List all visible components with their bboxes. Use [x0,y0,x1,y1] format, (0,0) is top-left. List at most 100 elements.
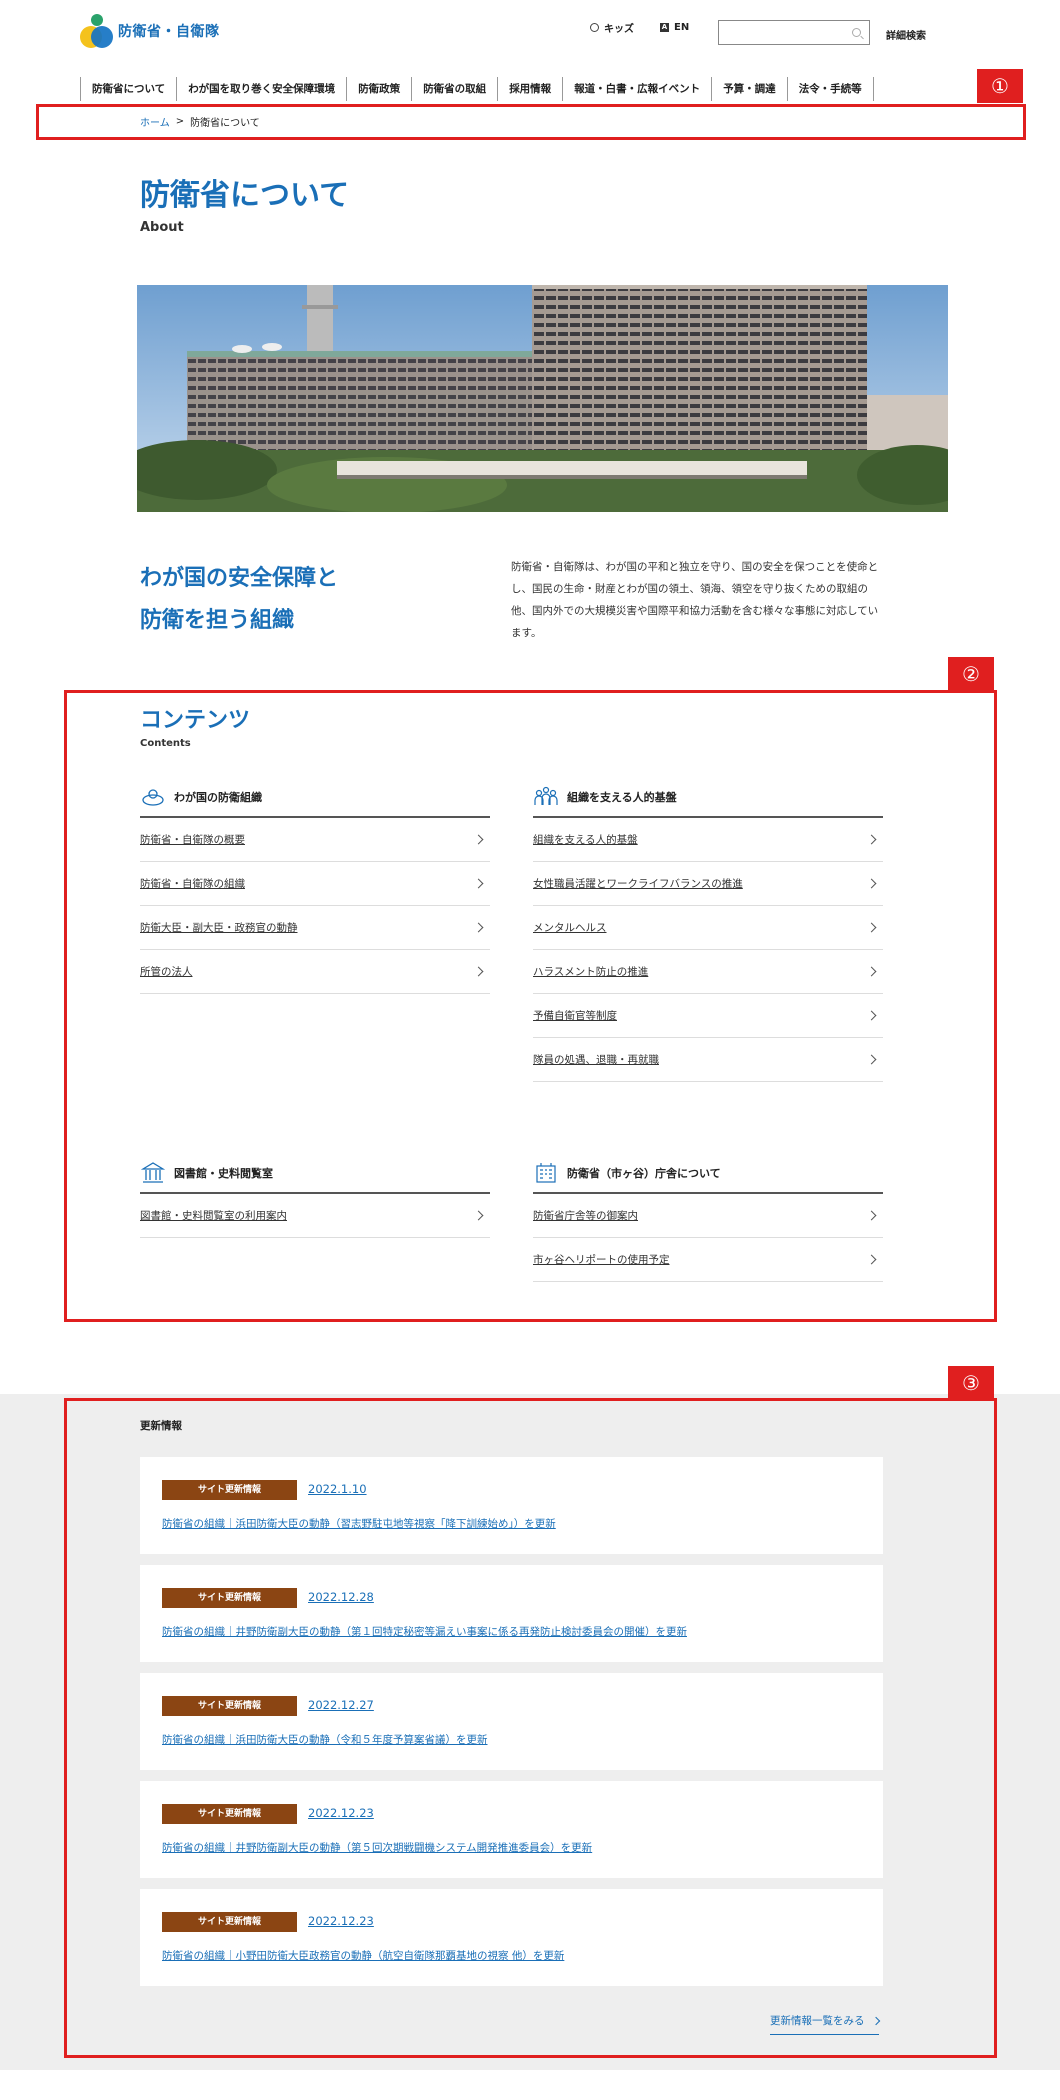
contents-link[interactable]: 防衛省・自衛隊の概要 [140,818,490,862]
updates-title: 更新情報 [140,1420,182,1432]
intro-body: 防衛省・自衛隊は、わが国の平和と独立を守り、国の安全を保つことを使命とし、国民の… [511,561,879,639]
contents-link[interactable]: 図書館・史料閲覧室の利用案内 [140,1194,490,1238]
contents-link[interactable]: 女性職員活躍とワークライフバランスの推進 [533,862,883,906]
contents-title: コンテンツ [140,708,251,733]
update-date-link[interactable]: 2022.12.23 [308,1806,374,1820]
advanced-search-link[interactable]: 詳細検索 [886,27,926,42]
page-subtitle: About [140,220,184,235]
header-utility: キッズ A EN [590,20,689,35]
contents-link-label: 防衛省庁舎等の御案内 [533,1210,638,1222]
intro-heading-line2: 防衛を担う組織 [140,608,295,633]
search-icon[interactable] [852,28,861,37]
nav-item-defense-policy[interactable]: 防衛政策 [346,77,411,101]
chevron-right-icon [866,1254,877,1265]
update-badge: サイト更新情報 [162,1480,297,1500]
contents-link-label: 所管の法人 [140,966,193,978]
contents-group-header: 図書館・史料閲覧室 [140,1154,490,1194]
chevron-right-icon [473,922,484,933]
global-nav: 防衛省について わが国を取り巻く安全保障環境 防衛政策 防衛省の取組 採用情報 … [80,77,874,101]
contents-link[interactable]: 予備自衛官等制度 [533,994,883,1038]
update-date-link[interactable]: 2022.12.27 [308,1698,374,1712]
contents-group-ichigaya: 防衛省（市ヶ谷）庁舎について 防衛省庁舎等の御案内 市ヶ谷ヘリポートの使用予定 [533,1154,883,1282]
update-text-link[interactable]: 防衛省の組織｜浜田防衛大臣の動静（習志野駐屯地等視察「降下訓練始め」）を更新 [162,1516,556,1531]
contents-link[interactable]: ハラスメント防止の推進 [533,950,883,994]
contents-link-label: 女性職員活躍とワークライフバランスの推進 [533,878,743,890]
contents-link-label: 組織を支える人的基盤 [533,834,638,846]
contents-group-title: 防衛省（市ヶ谷）庁舎について [567,1167,721,1180]
chevron-right-icon [473,966,484,977]
contents-subtitle: Contents [140,738,191,749]
breadcrumb: ホーム > 防衛省について [140,114,260,129]
update-text-link[interactable]: 防衛省の組織｜井野防衛副大臣の動静（第１回特定秘密等漏えい事案に係る再発防止検討… [162,1624,687,1639]
people-icon [533,784,559,810]
nav-item-security-environment[interactable]: わが国を取り巻く安全保障環境 [176,77,346,101]
update-card: サイト更新情報 2022.12.23 防衛省の組織｜小野田防衛大臣政務官の動静（… [140,1889,883,1986]
contents-group-title: 組織を支える人的基盤 [567,791,677,804]
contents-link[interactable]: 防衛省庁舎等の御案内 [533,1194,883,1238]
kids-link[interactable]: キッズ [590,20,634,35]
kids-icon [590,23,599,32]
contents-link-label: メンタルヘルス [533,922,607,934]
nav-item-recruitment[interactable]: 採用情報 [497,77,562,101]
english-label: EN [674,22,690,33]
nav-item-press[interactable]: 報道・白書・広報イベント [562,77,711,101]
contents-link[interactable]: 隊員の処遇、退職・再就職 [533,1038,883,1082]
update-date-link[interactable]: 2022.12.23 [308,1914,374,1928]
contents-link-label: 図書館・史料閲覧室の利用案内 [140,1210,287,1222]
nav-item-initiatives[interactable]: 防衛省の取組 [411,77,497,101]
nav-item-budget[interactable]: 予算・調達 [711,77,787,101]
update-card: サイト更新情報 2022.1.10 防衛省の組織｜浜田防衛大臣の動静（習志野駐屯… [140,1457,883,1554]
breadcrumb-separator-icon: > [175,116,185,127]
contents-group-title: わが国の防衛組織 [174,791,262,804]
contents-group-library: 図書館・史料閲覧室 図書館・史料閲覧室の利用案内 [140,1154,490,1238]
search-box [718,20,870,45]
contents-group-header: 組織を支える人的基盤 [533,778,883,818]
update-text-link[interactable]: 防衛省の組織｜浜田防衛大臣の動静（令和５年度予算案省議）を更新 [162,1732,488,1747]
update-badge: サイト更新情報 [162,1588,297,1608]
chevron-right-icon [473,1210,484,1221]
contents-link[interactable]: 防衛大臣・副大臣・政務官の動静 [140,906,490,950]
chevron-right-icon [866,1210,877,1221]
contents-link-label: ハラスメント防止の推進 [533,966,649,978]
update-card: サイト更新情報 2022.12.28 防衛省の組織｜井野防衛副大臣の動静（第１回… [140,1565,883,1662]
contents-group-human-resources: 組織を支える人的基盤 組織を支える人的基盤 女性職員活躍とワークライフバランスの… [533,778,883,1082]
update-badge: サイト更新情報 [162,1912,297,1932]
chevron-right-icon [473,878,484,889]
intro-heading: わが国の安全保障と 防衛を担う組織 [140,558,338,642]
contents-link[interactable]: 市ヶ谷ヘリポートの使用予定 [533,1238,883,1282]
library-icon [140,1160,166,1186]
contents-group-header: わが国の防衛組織 [140,778,490,818]
nav-item-about[interactable]: 防衛省について [80,77,176,101]
update-badge: サイト更新情報 [162,1696,297,1716]
contents-link[interactable]: メンタルヘルス [533,906,883,950]
breadcrumb-home-link[interactable]: ホーム [140,114,170,129]
contents-group-title: 図書館・史料閲覧室 [174,1167,273,1180]
search-input[interactable] [732,22,852,43]
english-link[interactable]: A EN [660,22,689,33]
contents-link[interactable]: 所管の法人 [140,950,490,994]
intro-heading-line1: わが国の安全保障と [140,566,339,591]
hero-image [137,285,948,512]
contents-link-label: 隊員の処遇、退職・再就職 [533,1054,659,1066]
update-card: サイト更新情報 2022.12.23 防衛省の組織｜井野防衛副大臣の動静（第５回… [140,1781,883,1878]
building-icon [533,1160,559,1186]
annotation-marker-1: ① [977,69,1023,103]
chevron-right-icon [473,834,484,845]
contents-link-label: 予備自衛官等制度 [533,1010,617,1022]
updates-more-link[interactable]: 更新情報一覧をみる [770,2013,880,2035]
update-card: サイト更新情報 2022.12.27 防衛省の組織｜浜田防衛大臣の動静（令和５年… [140,1673,883,1770]
site-logo[interactable]: 防衛省・自衛隊 [80,14,220,48]
contents-link-label: 防衛大臣・副大臣・政務官の動静 [140,922,298,934]
defense-organization-icon [140,784,166,810]
update-text-link[interactable]: 防衛省の組織｜井野防衛副大臣の動静（第５回次期戦闘機システム開発推進委員会）を更… [162,1840,592,1855]
update-text-link[interactable]: 防衛省の組織｜小野田防衛大臣政務官の動静（航空自衛隊那覇基地の視察 他）を更新 [162,1948,564,1963]
breadcrumb-current: 防衛省について [190,118,260,129]
annotation-marker-3: ③ [948,1366,994,1400]
update-badge: サイト更新情報 [162,1804,297,1824]
update-date-link[interactable]: 2022.12.28 [308,1590,374,1604]
contents-link[interactable]: 組織を支える人的基盤 [533,818,883,862]
update-date-link[interactable]: 2022.1.10 [308,1482,367,1496]
contents-link-label: 防衛省・自衛隊の概要 [140,834,245,846]
contents-link[interactable]: 防衛省・自衛隊の組織 [140,862,490,906]
nav-item-laws[interactable]: 法令・手続等 [786,77,874,101]
